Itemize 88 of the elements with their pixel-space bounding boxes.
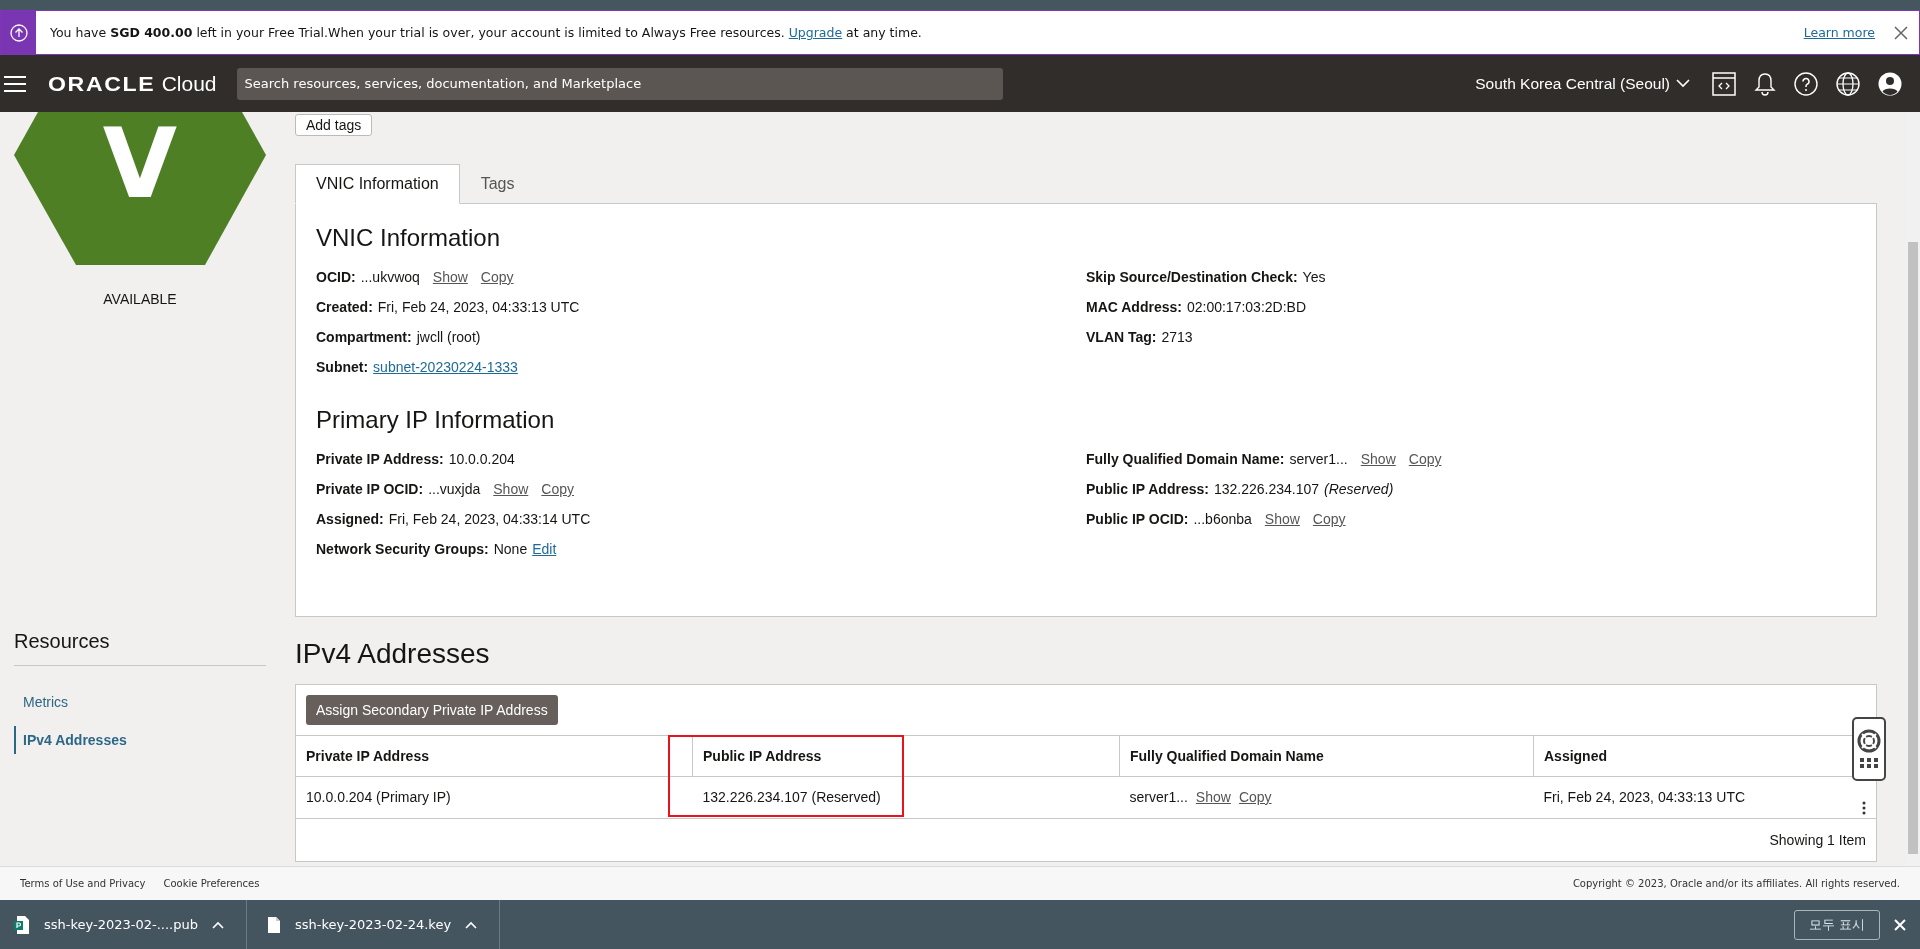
more-actions-icon[interactable]: [1862, 800, 1866, 815]
action-link[interactable]: Show: [1360, 451, 1396, 467]
show-all-button[interactable]: 모두 표시: [1793, 909, 1880, 940]
globe-icon[interactable]: [1836, 71, 1860, 96]
action-link[interactable]: Copy: [1238, 789, 1272, 805]
field-label: Assigned:: [316, 511, 384, 527]
field-label: Subnet:: [316, 359, 369, 375]
publisher-file-icon: [14, 914, 30, 935]
column-header: Public IP Address: [692, 735, 1120, 776]
field-label: Created:: [316, 299, 373, 315]
field-value: 2713: [1161, 329, 1193, 345]
learn-more-link[interactable]: Learn more: [1803, 25, 1875, 40]
download-file-name[interactable]: ssh-key-2023-02-....pub: [44, 917, 198, 932]
field-value: Yes: [1302, 269, 1326, 285]
resources-menu-item[interactable]: IPv4 Addresses: [14, 725, 134, 754]
tab[interactable]: Tags: [459, 164, 536, 204]
field-label: MAC Address:: [1086, 299, 1182, 315]
copyright-text: Copyright © 2023, Oracle and/or its affiliates. All rights reserved.: [1572, 878, 1900, 889]
field-value: Fri, Feb 24, 2023, 04:33:13 UTC: [377, 299, 580, 315]
field-value: ...b6onba: [1193, 511, 1252, 527]
field-note: (Reserved): [1324, 481, 1394, 497]
field-value: Fri, Feb 24, 2023, 04:33:14 UTC: [388, 511, 591, 527]
action-link[interactable]: Copy: [1408, 451, 1442, 467]
upgrade-link[interactable]: Upgrade: [788, 25, 843, 40]
field-link[interactable]: Edit: [532, 541, 557, 557]
field-label: Private IP OCID:: [316, 481, 424, 497]
field-value: ...vuxjda: [428, 481, 481, 497]
item-count: Showing 1 Item: [1768, 830, 1867, 850]
vnic-hexagon-badge: V: [14, 112, 266, 265]
status-label: AVAILABLE: [102, 291, 178, 307]
field-value: 132.226.234.107: [1213, 481, 1320, 497]
field-label: Fully Qualified Domain Name:: [1086, 451, 1285, 467]
resources-heading: Resources: [14, 629, 266, 666]
table-cell: server1... Show Copy: [1119, 776, 1534, 818]
field-label: OCID:: [316, 269, 356, 285]
table-cell: 132.226.234.107 (Reserved): [692, 776, 1120, 818]
caret-icon[interactable]: [212, 920, 224, 929]
field-label: Network Security Groups:: [316, 541, 489, 557]
trial-message: You have SGD 400.00 left in your Free Trial.When your trial is over, your account is limited to Always Free resources. Upgrade at any time.: [50, 25, 922, 40]
action-link[interactable]: Show: [493, 481, 529, 497]
table-cell: 10.0.0.204 (Primary IP): [296, 776, 693, 818]
field-label: Public IP OCID:: [1086, 511, 1189, 527]
column-header: Private IP Address: [296, 735, 693, 776]
region-selector[interactable]: South Korea Central (Seoul): [1475, 74, 1690, 93]
download-file-name[interactable]: ssh-key-2023-02-24.key: [295, 917, 452, 932]
search-field[interactable]: Search resources, services, documentation, and Marketplace: [236, 67, 1003, 100]
field-value: 02:00:17:03:2D:BD: [1186, 299, 1307, 315]
footer-link[interactable]: Terms of Use and Privacy: [20, 878, 146, 889]
help-widget[interactable]: [1852, 717, 1886, 781]
action-link[interactable]: Copy: [1312, 511, 1346, 527]
field-label: Compartment:: [316, 329, 412, 345]
oracle-cloud-logo[interactable]: ORACLE Cloud: [48, 71, 217, 96]
footer-link[interactable]: Cookie Preferences: [163, 878, 260, 889]
field-value: 10.0.0.204: [448, 451, 515, 467]
notifications-icon[interactable]: [1754, 71, 1776, 96]
field-label: Public IP Address:: [1086, 481, 1209, 497]
resources-menu-item[interactable]: Metrics: [14, 687, 76, 716]
caret-icon[interactable]: [1676, 79, 1690, 88]
menu-icon[interactable]: [4, 75, 26, 92]
file-icon: [267, 915, 281, 934]
user-avatar-icon[interactable]: [1878, 71, 1902, 96]
field-label: Skip Source/Destination Check:: [1086, 269, 1298, 285]
grid-icon: [1859, 757, 1879, 769]
field-label: Private IP Address:: [316, 451, 444, 467]
action-link[interactable]: Copy: [480, 269, 514, 285]
field-value: jwcll (root): [416, 329, 481, 345]
field-value: ...ukvwoq: [360, 269, 420, 285]
field-value: None: [493, 541, 528, 557]
add-tags-button[interactable]: Add tags: [295, 114, 373, 136]
action-link[interactable]: Show: [432, 269, 468, 285]
lifebuoy-icon: [1857, 729, 1881, 753]
tab[interactable]: VNIC Information: [295, 164, 460, 204]
upgrade-icon: [9, 23, 28, 42]
field-value: server1...: [1289, 451, 1348, 467]
action-link[interactable]: Copy: [541, 481, 574, 497]
code-editor-icon[interactable]: [1712, 71, 1736, 96]
section-heading: Primary IP Information: [316, 406, 556, 434]
caret-icon[interactable]: [465, 920, 478, 929]
section-heading: VNIC Information: [316, 224, 502, 252]
field-link[interactable]: subnet-20230224-1333: [373, 359, 518, 375]
close-icon[interactable]: [1893, 24, 1909, 41]
section-heading: IPv4 Addresses: [295, 637, 491, 670]
action-link[interactable]: Show: [1264, 511, 1300, 527]
assign-ip-button[interactable]: Assign Secondary Private IP Address: [306, 694, 558, 725]
action-link[interactable]: Show: [1195, 789, 1231, 805]
help-icon[interactable]: [1794, 71, 1818, 96]
field-label: VLAN Tag:: [1086, 329, 1157, 345]
column-header: Fully Qualified Domain Name: [1119, 735, 1534, 776]
